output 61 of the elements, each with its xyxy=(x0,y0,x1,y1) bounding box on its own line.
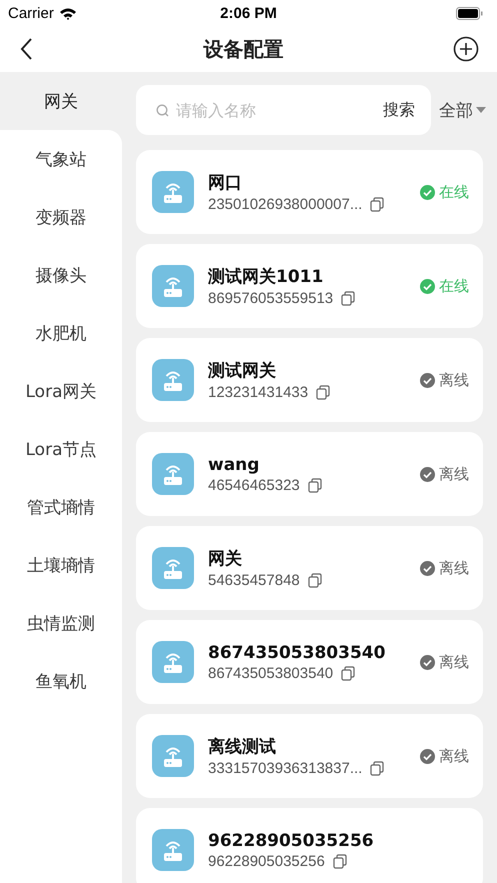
device-name: 离线测试 xyxy=(208,736,277,758)
add-icon[interactable] xyxy=(453,36,479,62)
device-name: 网口 xyxy=(208,172,243,194)
status-label: 离线 xyxy=(439,746,469,766)
status-label: 离线 xyxy=(439,558,469,578)
device-serial: 123231431433 xyxy=(208,384,308,401)
search-field[interactable]: 请输入名称 搜索 xyxy=(136,85,431,135)
status-label: 在线 xyxy=(439,182,469,202)
sidebar-item[interactable]: 鱼氧机 xyxy=(0,652,122,710)
device-name: 网关 xyxy=(208,548,243,570)
copy-icon[interactable] xyxy=(370,761,384,776)
device-serial: 869576053559513 xyxy=(208,290,334,307)
device-serial: 867435053803540 xyxy=(208,664,334,682)
router-icon xyxy=(152,453,194,495)
device-serial: 96228905035256 xyxy=(208,852,325,870)
back-icon[interactable] xyxy=(20,37,34,61)
copy-icon[interactable] xyxy=(370,197,384,212)
copy-icon[interactable] xyxy=(316,385,330,400)
sidebar-item[interactable]: 变频器 xyxy=(0,188,122,246)
device-serial: 33315703936313837... xyxy=(208,760,362,777)
clock-time: 2:06 PM xyxy=(220,4,277,22)
sidebar-item[interactable]: 水肥机 xyxy=(0,304,122,362)
copy-icon[interactable] xyxy=(308,478,322,492)
wifi-icon xyxy=(58,6,77,20)
sidebar-item[interactable]: 虫情监测 xyxy=(0,594,122,652)
device-name: wang xyxy=(208,454,260,474)
router-icon xyxy=(152,641,194,683)
router-icon xyxy=(152,359,194,401)
copy-icon[interactable] xyxy=(341,666,356,680)
copy-icon[interactable] xyxy=(332,854,347,868)
router-icon xyxy=(152,171,194,213)
sidebar-item[interactable]: Lora网关 xyxy=(0,362,122,420)
router-icon xyxy=(152,735,194,777)
sidebar-item[interactable]: Lora节点 xyxy=(0,420,122,478)
device-name: 测试网关1011 xyxy=(208,266,324,288)
router-icon xyxy=(152,829,194,871)
router-icon xyxy=(152,547,194,589)
caret-icon xyxy=(476,107,486,113)
device-serial: 46546465323 xyxy=(208,476,300,494)
device-serial: 54635457848 xyxy=(208,572,300,589)
sidebar-item[interactable]: 土壤墒情 xyxy=(0,536,122,594)
page-title: 设备配置 xyxy=(204,36,284,62)
copy-icon[interactable] xyxy=(308,573,322,588)
device-name: 867435053803540 xyxy=(208,642,386,662)
status-label: 离线 xyxy=(439,652,469,672)
carrier-name: Carrier xyxy=(8,4,54,22)
status-label: 离线 xyxy=(439,464,469,484)
sidebar-item[interactable]: 摄像头 xyxy=(0,246,122,304)
search-link[interactable]: 搜索 xyxy=(383,100,415,120)
filter-dropdown[interactable]: 全部 xyxy=(439,98,497,122)
battery-icon xyxy=(456,6,483,20)
device-name: 测试网关 xyxy=(208,360,277,382)
copy-icon[interactable] xyxy=(341,291,356,306)
search-icon xyxy=(156,104,169,116)
device-name: 96228905035256 xyxy=(208,830,375,850)
status-label: 离线 xyxy=(439,370,469,390)
status-label: 在线 xyxy=(439,276,469,296)
router-icon xyxy=(152,265,194,307)
sidebar-item[interactable]: 管式墒情 xyxy=(0,478,122,536)
device-serial: 23501026938000007... xyxy=(208,196,362,213)
sidebar-item[interactable]: 气象站 xyxy=(0,130,122,188)
